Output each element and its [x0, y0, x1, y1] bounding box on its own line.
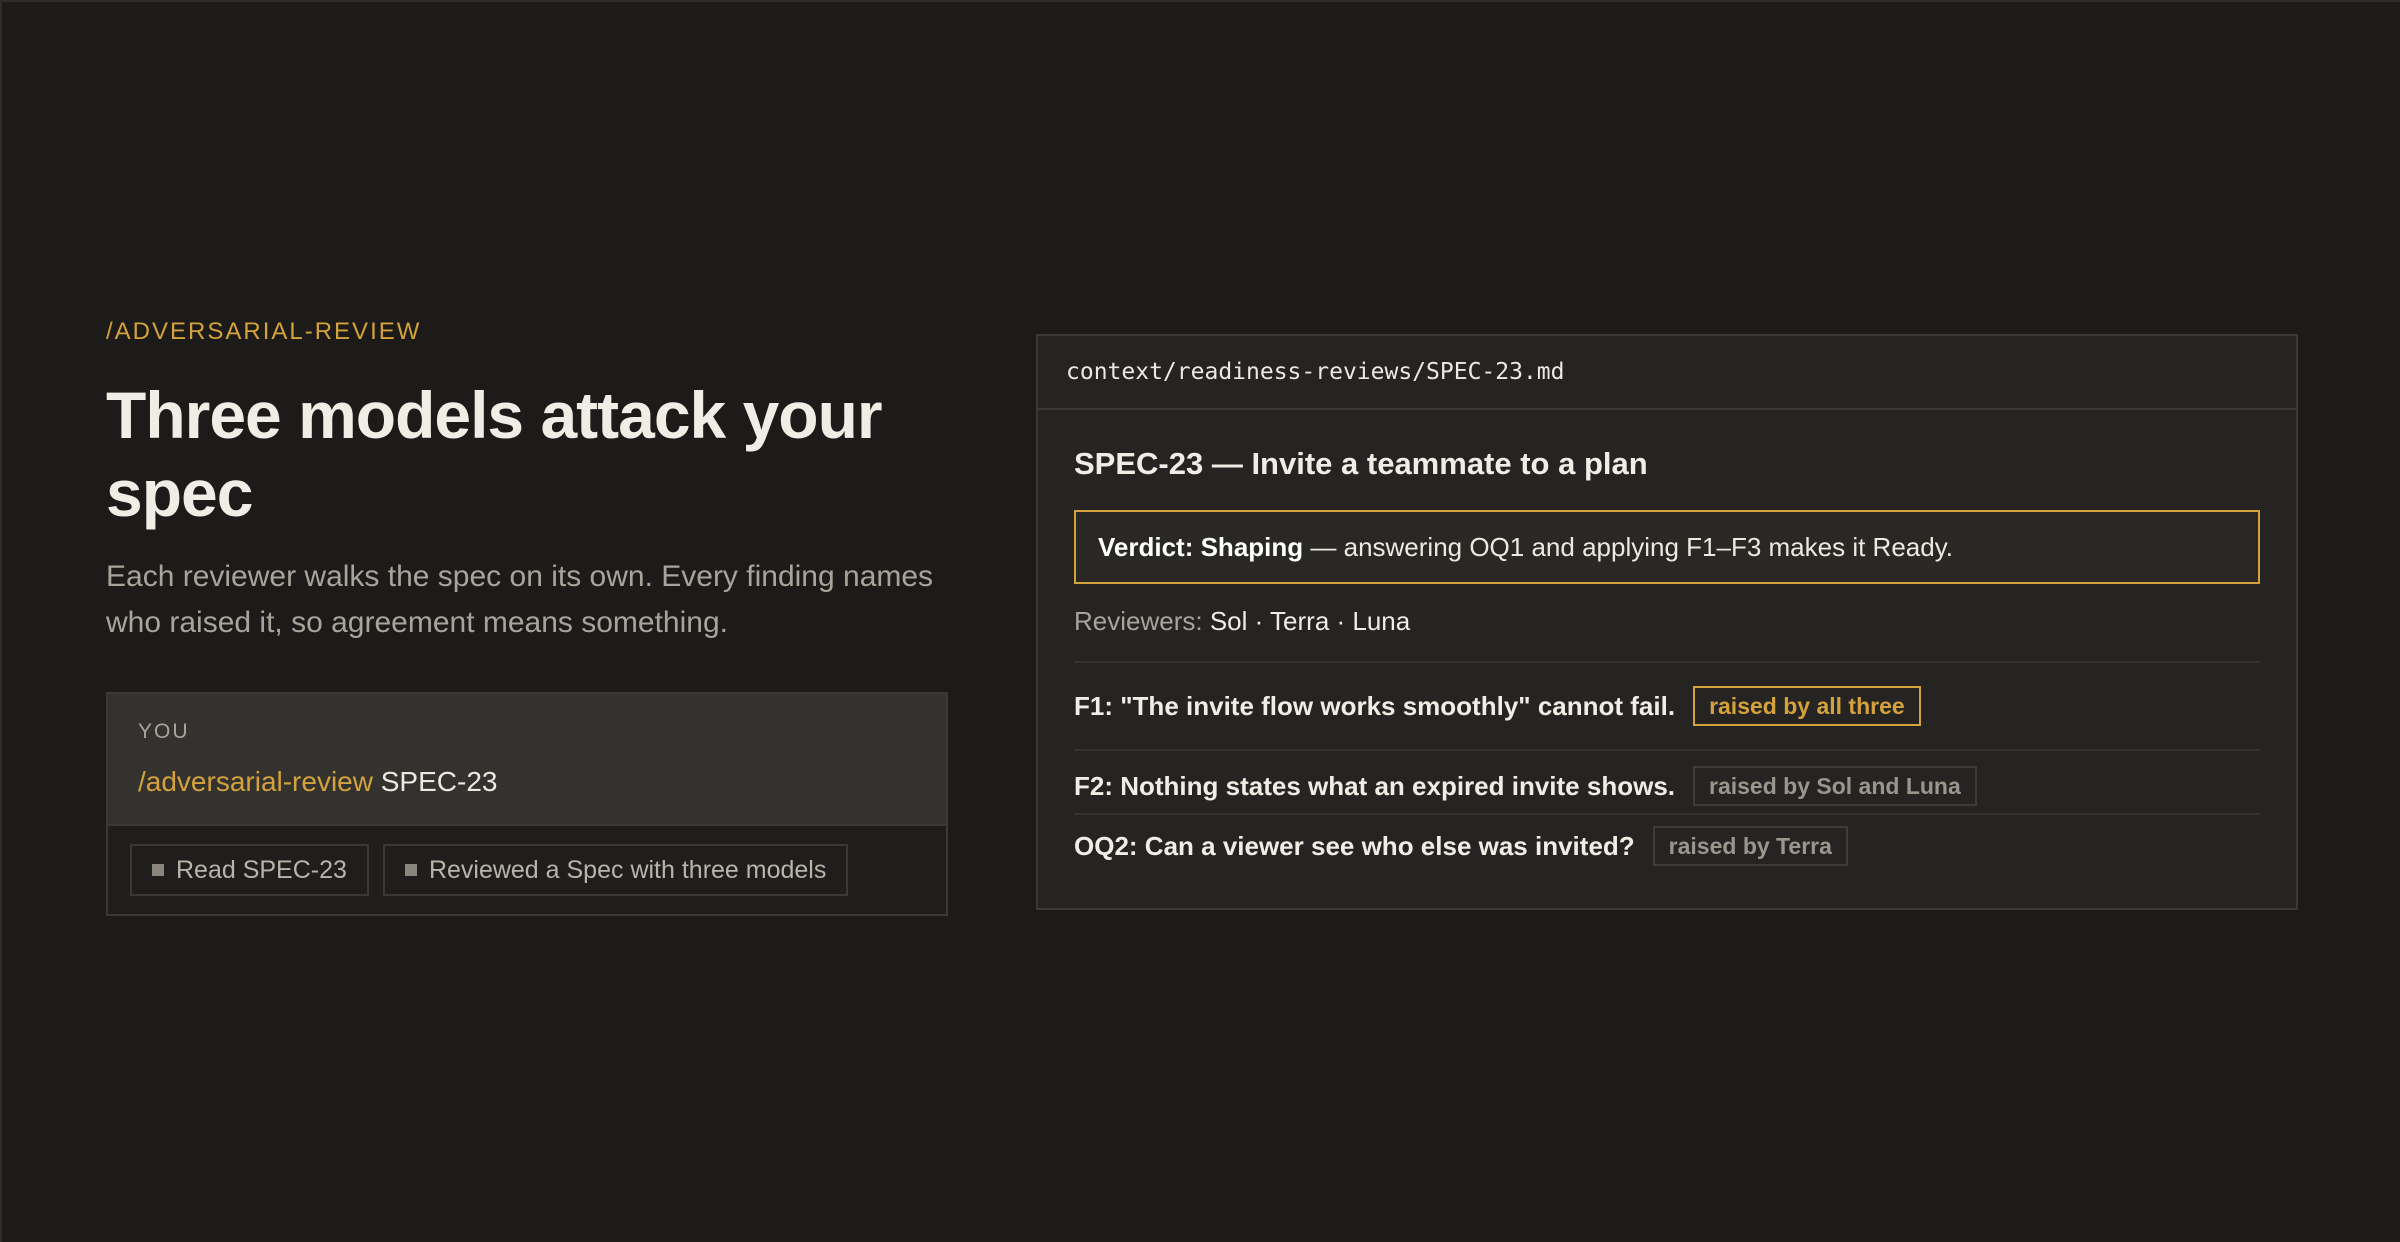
chat-transcript: YOU /adversarial-review SPEC-23 Read SPE…: [106, 692, 948, 916]
finding-text: F2: Nothing states what an expired invit…: [1074, 770, 1675, 801]
spec-title: SPEC-23 — Invite a teammate to a plan: [1074, 446, 1648, 481]
review-file-panel: context/readiness-reviews/SPEC-23.md SPE…: [1036, 334, 2298, 910]
headline: Three models attack your spec: [106, 378, 883, 530]
review-content: SPEC-23 — Invite a teammate to a plan Ve…: [1038, 410, 2296, 877]
finding-row: OQ2: Can a viewer see who else was invit…: [1074, 815, 2260, 877]
command-argument: SPEC-23: [380, 766, 498, 797]
command-name: /adversarial-review: [138, 766, 373, 797]
step-chip[interactable]: Reviewed a Spec with three models: [382, 844, 849, 896]
finding-text: OQ2: Can a viewer see who else was invit…: [1074, 830, 1635, 861]
verdict-label: Verdict: Shaping: [1098, 531, 1304, 562]
step-chip[interactable]: Read SPEC-23: [130, 844, 369, 896]
raised-by-badge: raised by Terra: [1652, 826, 1848, 866]
verdict-box: Verdict: Shaping — answering OQ1 and app…: [1074, 510, 2260, 584]
raised-by-badge: raised by Sol and Luna: [1693, 766, 1977, 806]
step-label: Reviewed a Spec with three models: [428, 855, 827, 884]
step-list: Read SPEC-23 Reviewed a Spec with three …: [108, 826, 946, 914]
verdict-text: — answering OQ1 and applying F1–F3 makes…: [1303, 531, 1953, 562]
reviewers-label: Reviewers:: [1074, 606, 1210, 636]
finding-text: F1: "The invite flow works smoothly" can…: [1074, 690, 1676, 721]
eyebrow-label: /ADVERSARIAL-REVIEW: [106, 318, 422, 345]
reviewers-line: Reviewers: Sol · Terra · Luna: [1074, 606, 2260, 663]
step-label: Read SPEC-23: [176, 855, 347, 884]
raised-by-badge: raised by all three: [1693, 686, 1921, 726]
square-icon: [404, 864, 417, 876]
command-line: /adversarial-review SPEC-23: [138, 766, 916, 798]
user-message: YOU /adversarial-review SPEC-23: [108, 694, 946, 826]
reviewers-names: Sol · Terra · Luna: [1209, 606, 1411, 636]
subheadline: Each reviewer walks the spec on its own.…: [106, 560, 934, 639]
file-path: context/readiness-reviews/SPEC-23.md: [1038, 336, 2296, 410]
square-icon: [152, 864, 164, 876]
intro-section: /ADVERSARIAL-REVIEW Three models attack …: [106, 318, 948, 916]
finding-row: F1: "The invite flow works smoothly" can…: [1074, 663, 2260, 751]
role-label: YOU: [138, 720, 190, 743]
page: /ADVERSARIAL-REVIEW Three models attack …: [0, 0, 2400, 1242]
finding-row: F2: Nothing states what an expired invit…: [1074, 751, 2260, 815]
